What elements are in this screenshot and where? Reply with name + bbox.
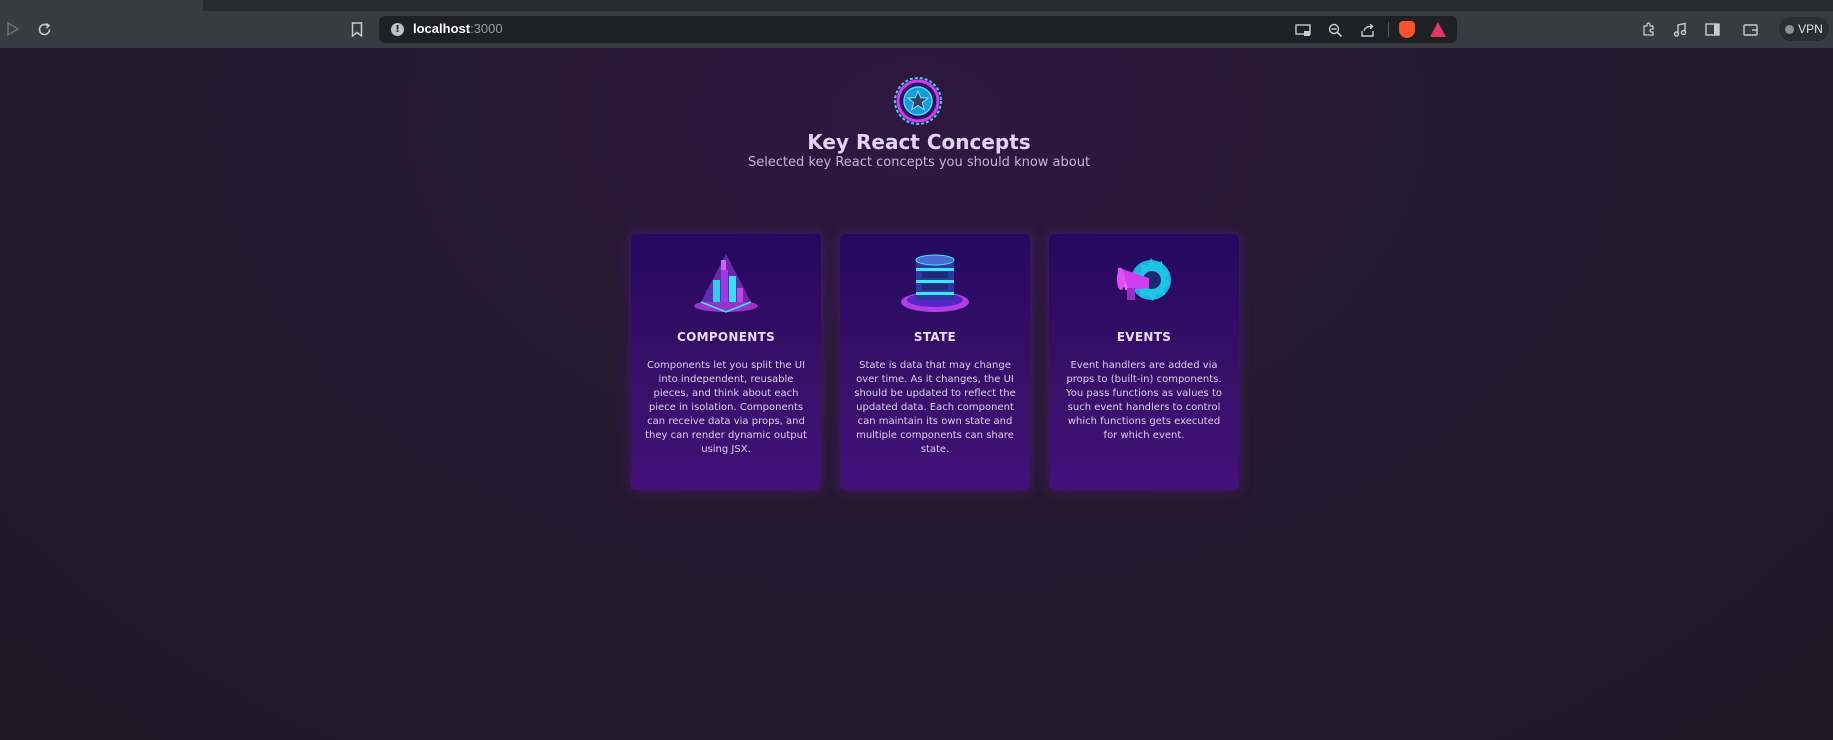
- brave-shields-icon[interactable]: [1399, 21, 1415, 38]
- wallet-icon[interactable]: [1740, 19, 1760, 39]
- bookmark-icon[interactable]: [347, 19, 367, 39]
- page-title: Key React Concepts: [807, 130, 1031, 154]
- page-subtitle: Selected key React concepts you should k…: [747, 155, 1091, 170]
- site-info-icon[interactable]: !: [391, 23, 404, 36]
- tab-active[interactable]: [0, 0, 203, 11]
- concept-card-events: EVENTS Event handlers are added via prop…: [1049, 234, 1239, 490]
- state-icon: [900, 250, 970, 314]
- concept-description: Event handlers are added via props to (b…: [1066, 360, 1222, 441]
- events-icon: [1109, 250, 1179, 314]
- concept-card-components: COMPONENTS Components let you split the …: [631, 234, 821, 490]
- browser-toolbar: ! localhost:3000 VPN: [0, 11, 1833, 48]
- concept-title: EVENTS: [1116, 330, 1172, 344]
- sidebar-icon[interactable]: [1702, 19, 1722, 39]
- concept-card-state: STATE State is data that may change over…: [840, 234, 1030, 490]
- toolbar-divider: [1388, 22, 1389, 37]
- react-concepts-logo: [893, 76, 943, 126]
- concept-title: STATE: [913, 330, 957, 344]
- concept-description: Components let you split the UI into ind…: [645, 360, 807, 455]
- url-text[interactable]: localhost:3000: [413, 21, 503, 36]
- concept-title: COMPONENTS: [676, 330, 776, 344]
- vpn-status-icon: [1785, 24, 1795, 34]
- concepts-list: COMPONENTS Components let you split the …: [631, 234, 1239, 490]
- components-icon: [691, 250, 761, 314]
- page-content: Key React Concepts Selected key React co…: [0, 48, 1833, 740]
- vpn-label: VPN: [1798, 22, 1823, 36]
- concept-description: State is data that may change over time.…: [854, 360, 1016, 455]
- extensions-icon[interactable]: [1638, 19, 1658, 39]
- play-icon[interactable]: [3, 19, 23, 39]
- tab-strip: [0, 0, 1833, 11]
- share-icon[interactable]: [1357, 20, 1377, 40]
- brave-rewards-icon[interactable]: [1430, 22, 1446, 37]
- reload-icon[interactable]: [34, 19, 54, 39]
- url-host: localhost: [413, 21, 471, 36]
- zoom-out-icon[interactable]: [1325, 20, 1345, 40]
- url-port: :3000: [470, 21, 503, 36]
- address-bar[interactable]: ! localhost:3000: [379, 16, 1457, 43]
- music-icon[interactable]: [1670, 19, 1690, 39]
- vpn-button[interactable]: VPN: [1779, 17, 1829, 41]
- cast-icon[interactable]: [1293, 20, 1313, 40]
